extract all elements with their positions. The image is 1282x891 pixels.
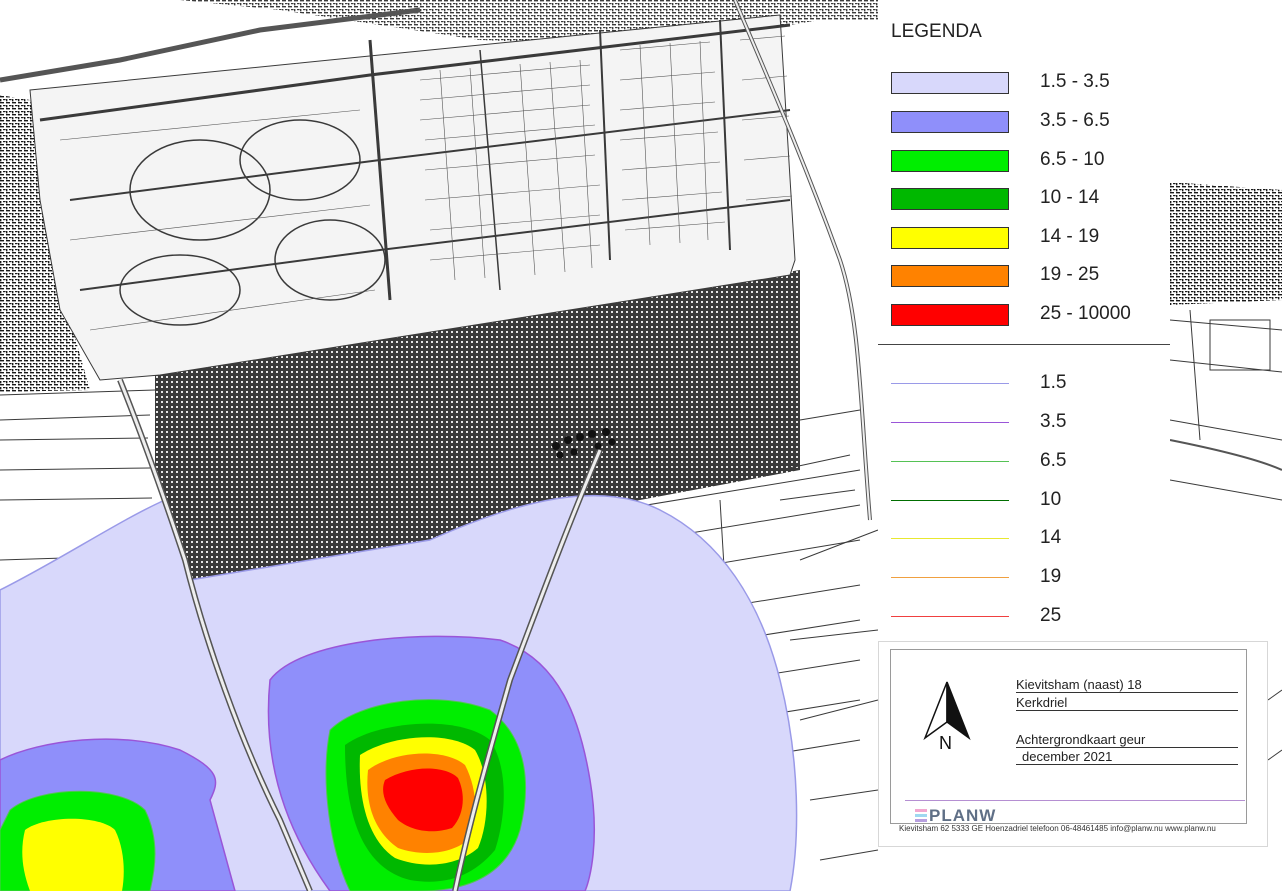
legend-class-row: 19 - 25 — [878, 261, 1170, 291]
legend-contour-row: 10 — [878, 486, 1170, 516]
legend-class-row: 25 - 10000 — [878, 300, 1170, 330]
legend-line-sample — [891, 577, 1009, 578]
logo-text: PLANW — [929, 806, 997, 825]
legend-contour-label: 6.5 — [1040, 450, 1067, 471]
legend-swatch — [891, 72, 1009, 94]
logo-bars-icon — [915, 809, 927, 825]
legend-contour-row: 1.5 — [878, 369, 1170, 399]
legend-class-row: 1.5 - 3.5 — [878, 68, 1170, 98]
legend-contour-label: 3.5 — [1040, 411, 1067, 432]
map-date: december 2021 — [1016, 749, 1238, 765]
legend-contour-label: 19 — [1040, 566, 1062, 587]
title-block-frame: N Kievitsham (naast) 18 Kerkdriel Achter… — [890, 649, 1247, 825]
legend-swatch — [891, 188, 1009, 210]
legend-title: LEGENDA — [891, 21, 982, 42]
legend-class-label: 19 - 25 — [1040, 264, 1100, 285]
class-14-19-area-west — [22, 818, 124, 891]
legend-class-row: 3.5 - 6.5 — [878, 107, 1170, 137]
project-place: Kerkdriel — [1016, 695, 1238, 711]
legend-class-label: 25 - 10000 — [1040, 303, 1131, 324]
legend-swatch — [891, 304, 1009, 326]
legend-class-row: 10 - 14 — [878, 184, 1170, 214]
legend-contour-row: 19 — [878, 563, 1170, 593]
legend-swatch — [891, 227, 1009, 249]
legend-line-sample — [891, 422, 1009, 423]
legend-contour-label: 10 — [1040, 489, 1062, 510]
legend-contour-label: 14 — [1040, 527, 1062, 548]
legend-contour-row: 14 — [878, 524, 1170, 554]
legend-swatch — [891, 265, 1009, 287]
legend-line-sample — [891, 616, 1009, 617]
project-address: Kievitsham (naast) 18 — [1016, 677, 1238, 693]
legend-swatch — [891, 150, 1009, 172]
map-subject: Achtergrondkaart geur — [1016, 732, 1238, 748]
map-title-block: N Kievitsham (naast) 18 Kerkdriel Achter… — [878, 641, 1268, 847]
legend-contour-label: 1.5 — [1040, 372, 1067, 393]
legend-class-row: 14 - 19 — [878, 223, 1170, 253]
legend-contour-row: 3.5 — [878, 408, 1170, 438]
north-label: N — [939, 733, 952, 750]
legend-divider — [878, 344, 1170, 345]
legend-line-sample — [891, 461, 1009, 462]
legend-class-label: 10 - 14 — [1040, 187, 1100, 208]
legend-swatch — [891, 111, 1009, 133]
legend-class-row: 6.5 - 10 — [878, 146, 1170, 176]
legend-class-label: 14 - 19 — [1040, 226, 1100, 247]
company-address: Kievitsham 62 5333 GE Hoenzadriel telefo… — [899, 824, 1216, 833]
legend-line-sample — [891, 538, 1009, 539]
legend-class-label: 3.5 - 6.5 — [1040, 110, 1110, 131]
legend-contour-row: 6.5 — [878, 447, 1170, 477]
north-arrow-icon: N — [923, 681, 971, 750]
legend-class-label: 6.5 - 10 — [1040, 149, 1105, 170]
legend-panel: LEGENDA 1.5 - 3.5 3.5 - 6.5 6.5 - 10 10 … — [878, 12, 1170, 638]
legend-contour-label: 25 — [1040, 605, 1062, 626]
title-block-rule — [905, 800, 1245, 801]
odour-fills — [0, 494, 798, 891]
legend-class-label: 1.5 - 3.5 — [1040, 71, 1110, 92]
legend-contour-row: 25 — [878, 602, 1170, 632]
legend-line-sample — [891, 383, 1009, 384]
legend-line-sample — [891, 500, 1009, 501]
